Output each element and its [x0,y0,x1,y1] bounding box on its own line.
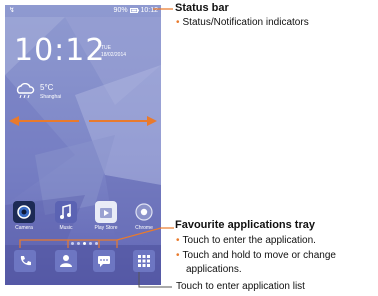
tray-bullet-2: • Touch and hold to move or change [176,250,336,261]
app-list-annotation: Touch to enter application list [176,281,305,292]
bullet-dot: • [176,235,180,246]
status-bar-title: Status bar [175,2,229,14]
bullet-dot: • [176,17,180,28]
status-bar-bullet: • Status/Notification indicators [176,17,309,28]
bullet-dot: • [176,250,180,261]
tray-title: Favourite applications tray [175,219,315,231]
tray-bullet-2-cont: applications. [186,264,242,275]
tray-bullet-1: • Touch to enter the application. [176,235,316,246]
